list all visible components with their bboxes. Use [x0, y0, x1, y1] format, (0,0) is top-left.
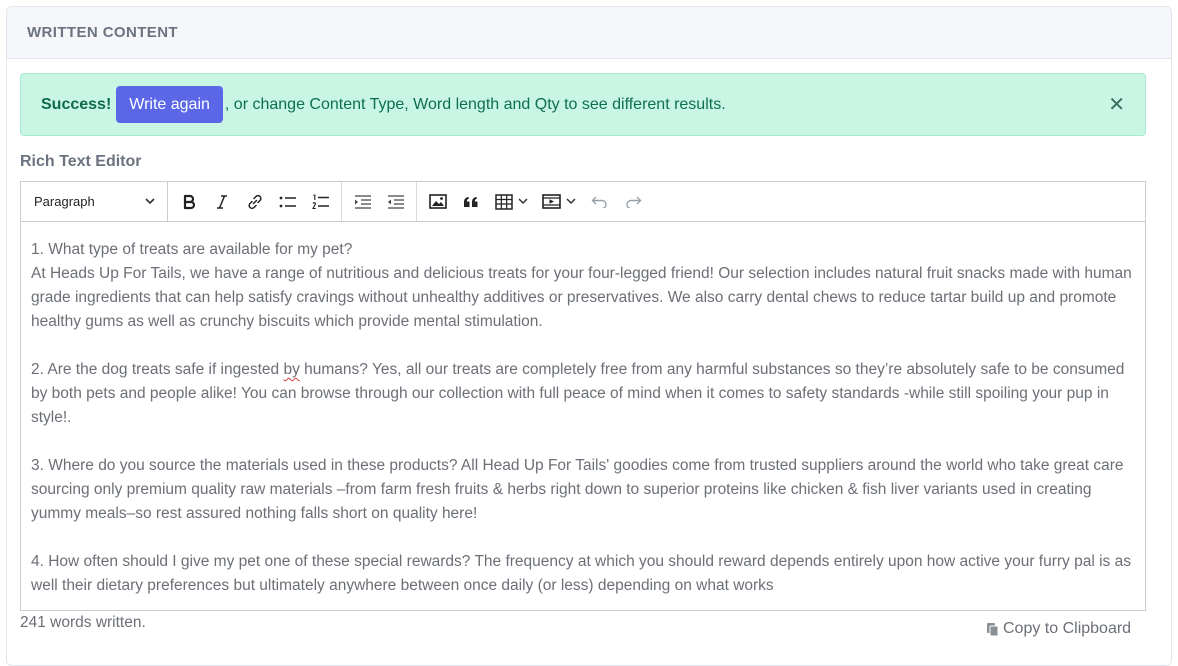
clipboard-copy-icon: [987, 622, 999, 636]
numbered-list-button[interactable]: [304, 187, 337, 217]
indent-icon: [387, 194, 404, 209]
block-format-value: Paragraph: [34, 194, 95, 209]
image-icon: [428, 194, 447, 209]
bulleted-list-button[interactable]: [271, 187, 304, 217]
redo-button[interactable]: [616, 187, 649, 217]
editor-content[interactable]: 1. What type of treats are available for…: [21, 222, 1145, 598]
success-alert: Success! Write again , or change Content…: [20, 73, 1146, 136]
bold-icon: [183, 194, 195, 209]
table-button[interactable]: [487, 187, 535, 217]
link-button[interactable]: [238, 187, 271, 217]
editor-toolbar: Paragraph: [21, 182, 1145, 222]
copy-label: Copy to Clipboard: [1003, 620, 1132, 637]
toolbar-group-insert: [417, 182, 653, 221]
chevron-down-icon: [145, 198, 155, 205]
paragraph-1-question: 1. What type of treats are available for…: [31, 241, 353, 258]
paragraph-3: 3. Where do you source the materials use…: [31, 457, 1124, 522]
word-count: 241 words written.: [20, 614, 146, 631]
italic-icon: [216, 194, 227, 209]
write-again-button[interactable]: Write again: [116, 86, 223, 123]
paragraph-2: 2. Are the dog treats safe if ingested b…: [31, 358, 1135, 430]
copy-to-clipboard-button[interactable]: Copy to Clipboard: [986, 620, 1131, 638]
chevron-down-icon: [566, 198, 576, 205]
bulleted-list-icon: [279, 196, 296, 207]
chevron-down-icon: [517, 198, 528, 205]
card-title: WRITTEN CONTENT: [27, 24, 178, 41]
paragraph-4: 4. How often should I give my pet one of…: [31, 553, 1131, 594]
media-icon: [542, 194, 561, 209]
media-button[interactable]: [535, 187, 583, 217]
toolbar-group-inline: [168, 182, 342, 221]
close-icon[interactable]: ✕: [1108, 95, 1125, 115]
undo-icon: [591, 196, 607, 208]
outdent-icon: [354, 194, 371, 209]
paragraph-2-text-start: 2. Are the dog treats safe if ingested: [31, 361, 284, 378]
numbered-list-icon: [311, 193, 329, 209]
outdent-button[interactable]: [346, 187, 379, 217]
paragraph-1-answer: At Heads Up For Tails, we have a range o…: [31, 265, 1132, 330]
link-icon: [247, 194, 262, 209]
spellcheck-word: by: [283, 361, 300, 378]
redo-icon: [625, 196, 641, 208]
paragraph-1: 1. What type of treats are available for…: [31, 238, 1135, 334]
alert-strong-text: Success!: [41, 95, 112, 113]
indent-button[interactable]: [379, 187, 412, 217]
toolbar-group-indent: [342, 182, 417, 221]
block-format-dropdown[interactable]: Paragraph: [21, 182, 168, 221]
table-icon: [494, 193, 513, 210]
blockquote-icon: [463, 196, 477, 207]
image-button[interactable]: [421, 187, 454, 217]
rich-text-editor: Paragraph 1. What type of treats are ava…: [20, 181, 1146, 611]
alert-message: , or change Content Type, Word length an…: [224, 95, 726, 113]
editor-label: Rich Text Editor: [20, 153, 142, 170]
card-header: WRITTEN CONTENT: [7, 7, 1171, 59]
blockquote-button[interactable]: [454, 187, 487, 217]
bold-button[interactable]: [172, 187, 205, 217]
italic-button[interactable]: [205, 187, 238, 217]
undo-button[interactable]: [583, 187, 616, 217]
